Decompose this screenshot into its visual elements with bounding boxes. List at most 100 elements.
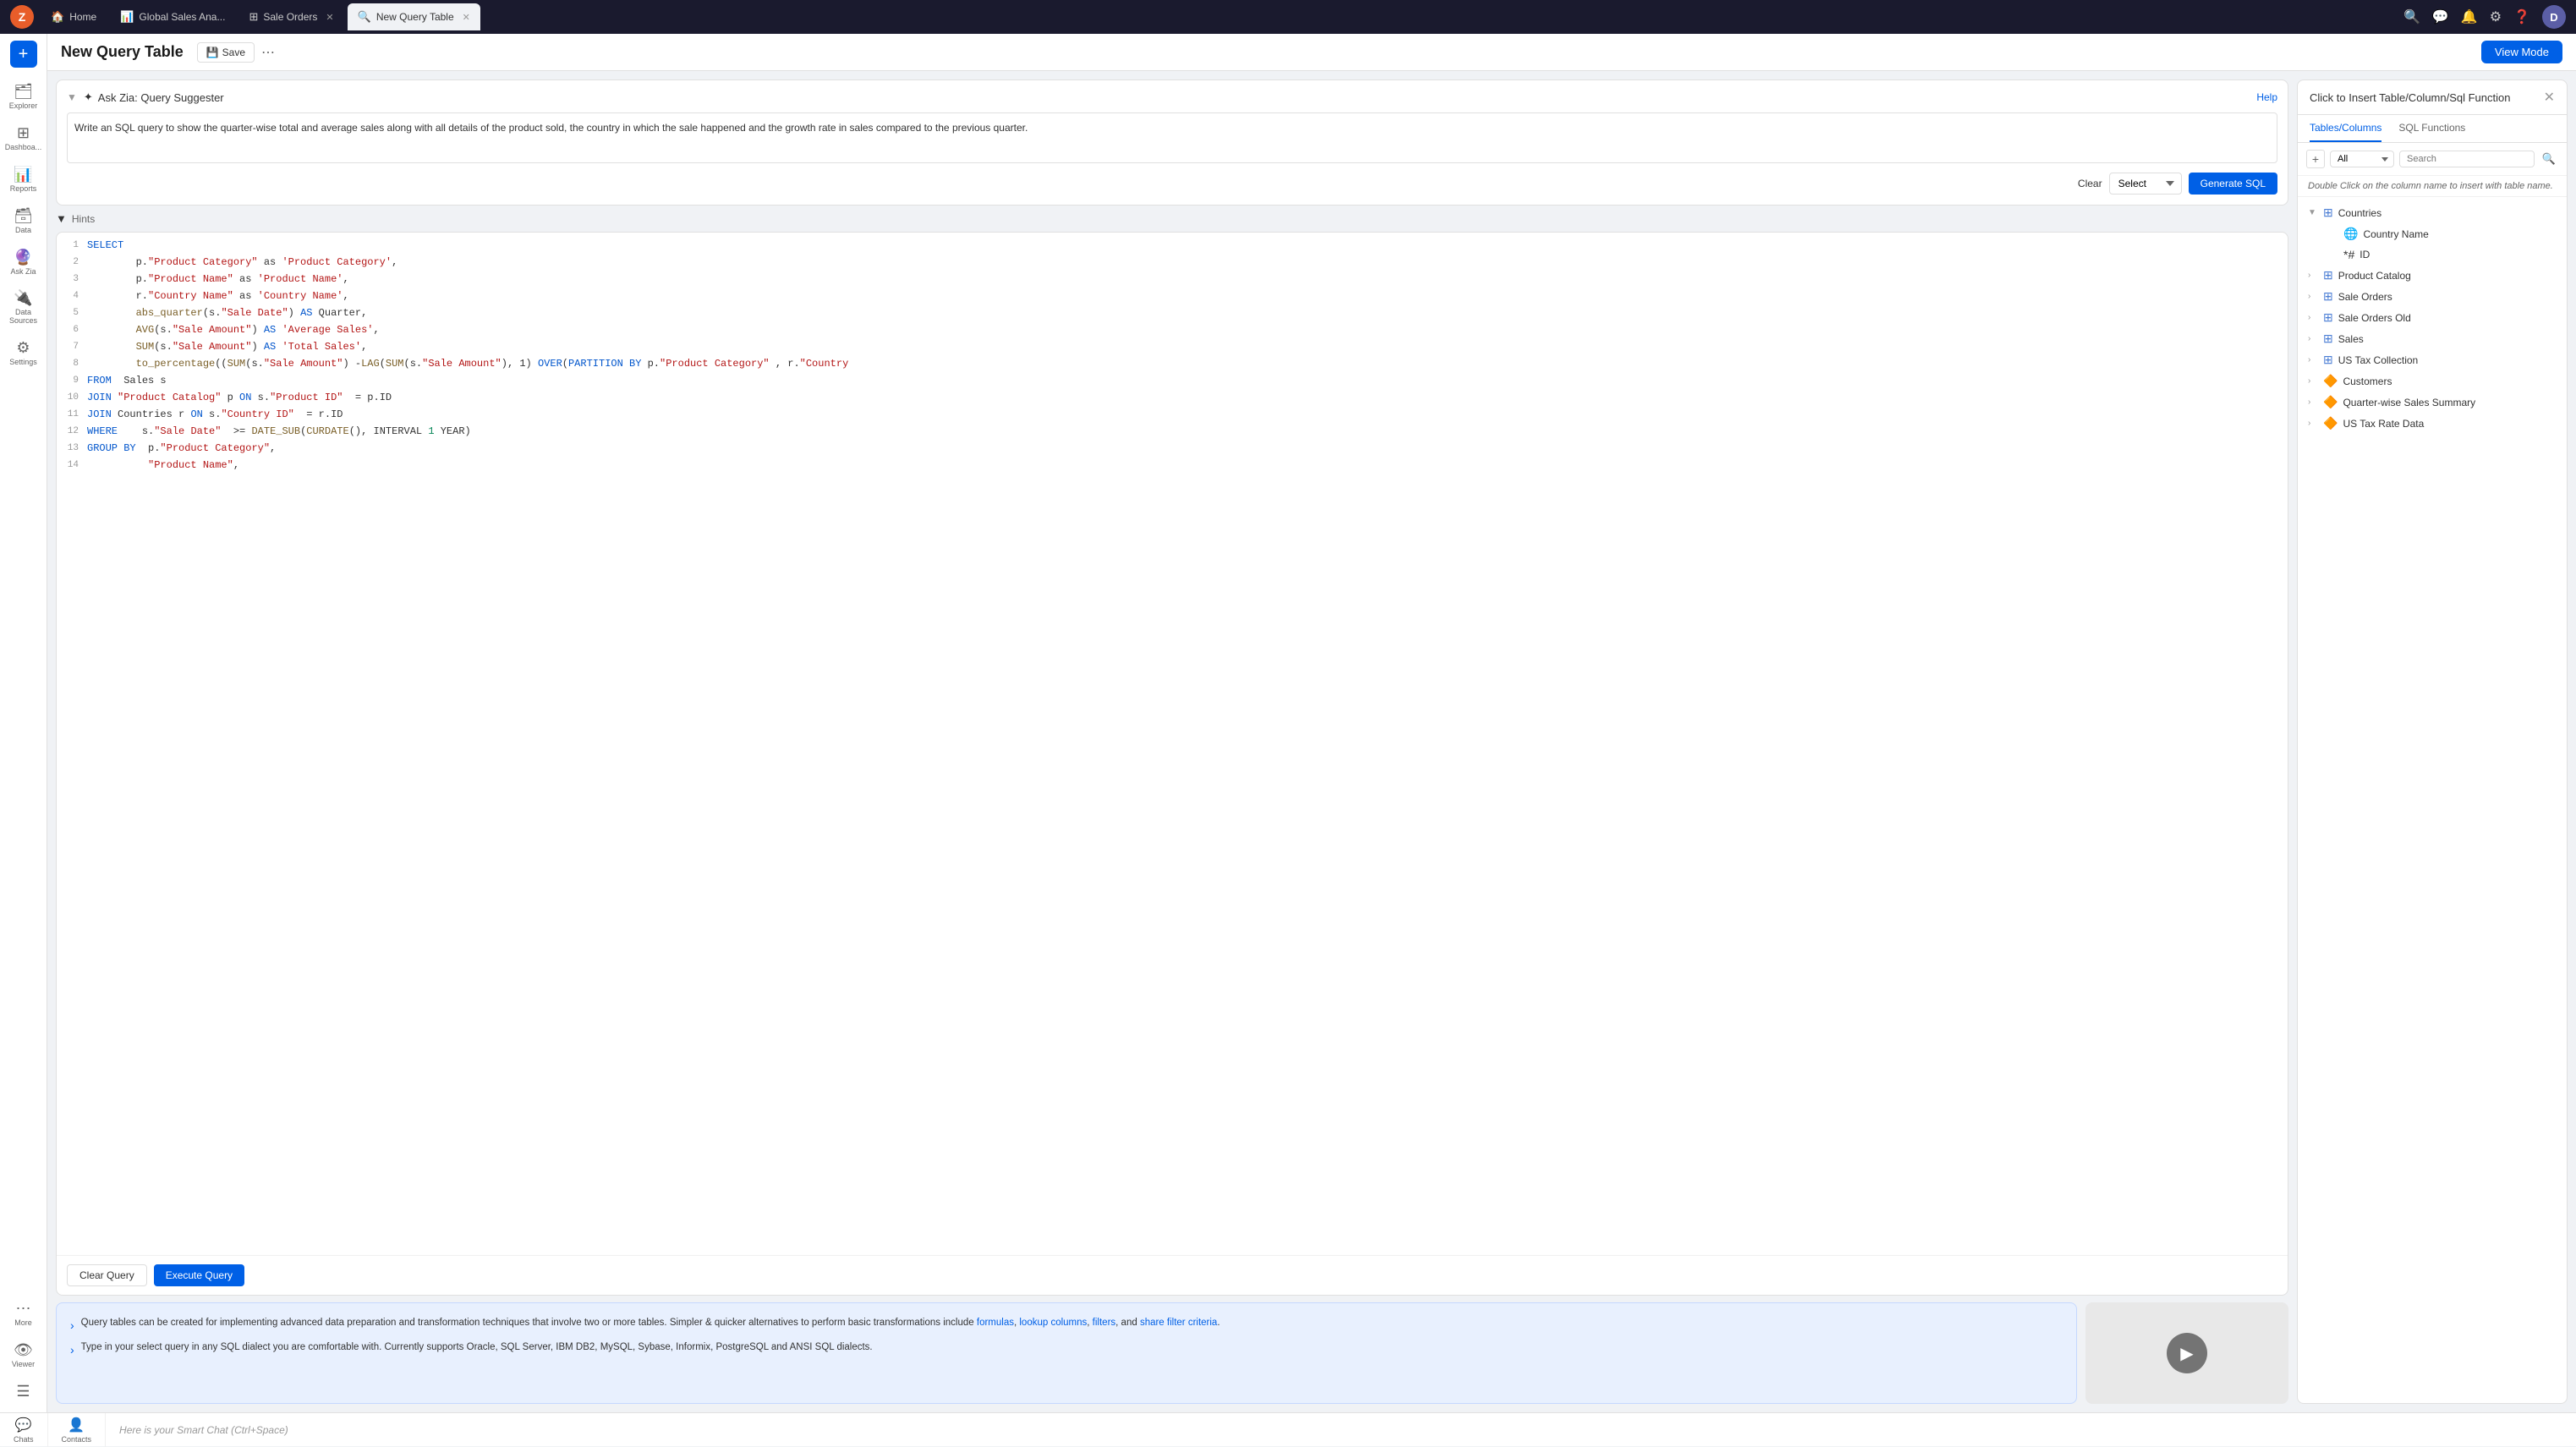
search-icon[interactable]: 🔍 xyxy=(2540,150,2558,168)
execute-query-button[interactable]: Execute Query xyxy=(154,1264,244,1286)
sidebar-item-dashboards[interactable]: ⊞ Dashboa... xyxy=(3,119,44,157)
sidebar-item-label: More xyxy=(14,1319,32,1328)
left-panel: ▼ ✦ Ask Zia: Query Suggester Help Clear … xyxy=(56,79,2288,1404)
tree-table-icon: 🔶 xyxy=(2323,395,2338,409)
sidebar-item-explorer[interactable]: 🗂 Explorer xyxy=(3,78,44,116)
sql-line: 12WHERE s."Sale Date" >= DATE_SUB(CURDAT… xyxy=(57,425,2288,442)
right-panel-hint: Double Click on the column name to inser… xyxy=(2298,176,2567,197)
tree-expand-icon: › xyxy=(2308,419,2318,428)
zia-help-link[interactable]: Help xyxy=(2256,91,2277,103)
sql-editor[interactable]: 1SELECT2 p."Product Category" as 'Produc… xyxy=(56,232,2288,1296)
share-filter-link[interactable]: share filter criteria xyxy=(1140,1318,1217,1328)
app-logo[interactable]: Z xyxy=(10,5,34,29)
search-input[interactable] xyxy=(2399,151,2535,167)
sidebar-item-data-sources[interactable]: 🔌 Data Sources xyxy=(3,284,44,331)
nav-tab-global-sales[interactable]: 📊Global Sales Ana... xyxy=(110,3,235,30)
clear-query-button[interactable]: Clear Query xyxy=(67,1264,147,1286)
tree-table-item[interactable]: › ⊞ Sale Orders Old xyxy=(2298,307,2567,328)
right-panel-tabs: Tables/Columns SQL Functions xyxy=(2298,115,2567,143)
nav-tab-new-query[interactable]: 🔍New Query Table✕ xyxy=(348,3,480,30)
sql-content[interactable]: 1SELECT2 p."Product Category" as 'Produc… xyxy=(57,233,2288,1255)
tree-column-item[interactable]: 🌐 Country Name xyxy=(2298,223,2567,244)
table-tree: ▼ ⊞ Countries 🌐 Country Name *# ID › ⊞ P… xyxy=(2298,197,2567,1403)
tree-table-item[interactable]: › ⊞ US Tax Collection xyxy=(2298,349,2567,370)
more-options-button[interactable]: ⋯ xyxy=(261,44,275,61)
contacts-icon: 👤 xyxy=(68,1417,85,1433)
right-panel-close-icon[interactable]: ✕ xyxy=(2544,89,2555,106)
line-code: "Product Name", xyxy=(87,459,2288,471)
tree-table-icon: ⊞ xyxy=(2323,332,2333,346)
right-panel-header: Click to Insert Table/Column/Sql Functio… xyxy=(2298,80,2567,115)
tree-table-item[interactable]: ▼ ⊞ Countries xyxy=(2298,202,2567,223)
nav-tab-sale-orders[interactable]: ⊞Sale Orders✕ xyxy=(238,3,343,30)
play-button[interactable]: ▶ xyxy=(2167,1333,2207,1373)
add-button[interactable]: + xyxy=(10,41,37,68)
tree-column-item[interactable]: *# ID xyxy=(2298,244,2567,265)
line-code: AVG(s."Sale Amount") AS 'Average Sales', xyxy=(87,324,2288,336)
header-actions: 💾 Save ⋯ xyxy=(197,42,275,63)
tab-tables-columns[interactable]: Tables/Columns xyxy=(2310,115,2381,142)
tree-table-icon: ⊞ xyxy=(2323,268,2333,282)
add-table-button[interactable]: + xyxy=(2306,150,2325,168)
tree-table-item[interactable]: › ⊞ Sale Orders xyxy=(2298,286,2567,307)
zia-collapse-icon[interactable]: ▼ xyxy=(67,91,77,103)
bell-icon[interactable]: 🔔 xyxy=(2461,8,2478,25)
tab-close-icon[interactable]: ✕ xyxy=(463,12,470,23)
tab-close-icon[interactable]: ✕ xyxy=(326,12,333,23)
sql-line: 6 AVG(s."Sale Amount") AS 'Average Sales… xyxy=(57,324,2288,341)
bottom-item-chats[interactable]: 💬 Chats xyxy=(0,1413,48,1447)
generate-sql-button[interactable]: Generate SQL xyxy=(2189,173,2277,195)
table-filter-dropdown[interactable]: All Tables Views xyxy=(2330,151,2394,167)
tree-table-icon: 🔶 xyxy=(2323,416,2338,430)
sidebar-item-reports[interactable]: 📊 Reports xyxy=(3,161,44,199)
sql-line: 4 r."Country Name" as 'Country Name', xyxy=(57,290,2288,307)
zia-header: ▼ ✦ Ask Zia: Query Suggester Help xyxy=(67,90,2277,104)
sidebar-item-hamburger[interactable]: ☰ xyxy=(3,1378,44,1406)
zia-select-dropdown[interactable]: Select Option 1 xyxy=(2109,173,2182,195)
nav-tab-home[interactable]: 🏠Home xyxy=(41,3,107,30)
bottom-item-contacts[interactable]: 👤 Contacts xyxy=(48,1413,107,1447)
tree-table-item[interactable]: › 🔶 US Tax Rate Data xyxy=(2298,413,2567,434)
tree-table-item[interactable]: › ⊞ Sales xyxy=(2298,328,2567,349)
line-number: 7 xyxy=(57,341,87,352)
tree-expand-icon: › xyxy=(2308,376,2318,386)
tree-table-item[interactable]: › 🔶 Quarter-wise Sales Summary xyxy=(2298,392,2567,413)
zia-clear-button[interactable]: Clear xyxy=(2078,178,2102,189)
tree-col-icon: 🌐 xyxy=(2343,227,2358,241)
dashboard-icon: ⊞ xyxy=(17,124,30,142)
sidebar-item-settings[interactable]: ⚙ Settings xyxy=(3,334,44,372)
save-button[interactable]: 💾 Save xyxy=(197,42,255,63)
line-number: 10 xyxy=(57,392,87,403)
page-title: New Query Table xyxy=(61,43,184,61)
sidebar-item-viewer[interactable]: 👁 Viewer xyxy=(3,1336,44,1374)
sidebar-item-ask-zia[interactable]: 🔮 Ask Zia xyxy=(3,244,44,282)
line-number: 6 xyxy=(57,324,87,335)
help-icon[interactable]: ❓ xyxy=(2513,8,2530,25)
video-card[interactable]: ▶ xyxy=(2085,1302,2288,1404)
zia-textarea[interactable] xyxy=(67,112,2277,163)
data-sources-icon: 🔌 xyxy=(14,289,32,307)
filters-link[interactable]: filters xyxy=(1093,1318,1115,1328)
tab-sql-functions[interactable]: SQL Functions xyxy=(2398,115,2465,142)
smart-chat-input[interactable]: Here is your Smart Chat (Ctrl+Space) xyxy=(106,1424,2576,1436)
bullet-icon-1: › xyxy=(70,1316,74,1335)
avatar[interactable]: D xyxy=(2542,5,2566,29)
hints-collapse-icon[interactable]: ▼ xyxy=(56,212,67,225)
sidebar-item-more[interactable]: ⋯ More xyxy=(3,1295,44,1333)
view-mode-button[interactable]: View Mode xyxy=(2481,41,2562,63)
formulas-link[interactable]: formulas xyxy=(977,1318,1014,1328)
tree-table-item[interactable]: › ⊞ Product Catalog xyxy=(2298,265,2567,286)
tree-expand-icon: ▼ xyxy=(2308,208,2318,217)
hints-label[interactable]: Hints xyxy=(72,213,95,225)
save-icon: 💾 xyxy=(206,47,219,58)
line-code: JOIN "Product Catalog" p ON s."Product I… xyxy=(87,392,2288,403)
chat-icon[interactable]: 💬 xyxy=(2432,8,2449,25)
tree-table-item[interactable]: › 🔶 Customers xyxy=(2298,370,2567,392)
sql-line: 9FROM Sales s xyxy=(57,375,2288,392)
sql-line: 3 p."Product Name" as 'Product Name', xyxy=(57,273,2288,290)
search-icon[interactable]: 🔍 xyxy=(2403,8,2420,25)
contacts-label: Contacts xyxy=(62,1435,92,1444)
sidebar-item-data[interactable]: 🗃 Data xyxy=(3,202,44,240)
settings-icon[interactable]: ⚙ xyxy=(2490,8,2502,25)
lookup-columns-link[interactable]: lookup columns xyxy=(1019,1318,1087,1328)
